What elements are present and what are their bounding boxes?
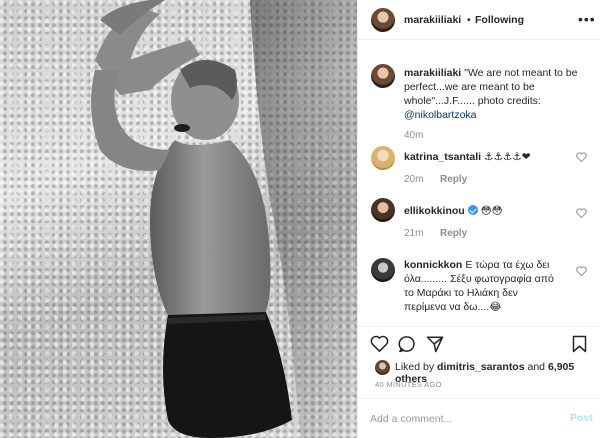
likes-summary: Liked by dimitris_sarantos and 6,905 oth… bbox=[375, 360, 600, 385]
add-comment-bar: Post bbox=[358, 398, 600, 438]
comment-text: katrina_tsantali ⚓⚓⚓⚓❤ bbox=[404, 150, 531, 164]
comment-input[interactable] bbox=[370, 411, 560, 427]
likes-middle: and bbox=[524, 361, 548, 373]
comment-avatar[interactable] bbox=[371, 198, 395, 222]
like-comment-heart-icon[interactable] bbox=[576, 266, 587, 276]
comment-text: konnickkon Ε τώρα τα έχω δει όλα.........… bbox=[404, 258, 572, 314]
comment-time[interactable]: 20m bbox=[404, 174, 423, 185]
likes-prefix: Liked by bbox=[395, 361, 438, 373]
comment-time[interactable]: 21m bbox=[404, 228, 423, 239]
comment-item: ellikokkinou 😳😳 21m Reply bbox=[358, 198, 600, 246]
post-timestamp[interactable]: 40 MINUTES AGO bbox=[375, 380, 442, 389]
caption-username[interactable]: marakiiliaki bbox=[404, 67, 461, 79]
comment-avatar[interactable] bbox=[371, 146, 395, 170]
comment-item: konnickkon Ε τώρα τα έχω δει όλα.........… bbox=[358, 256, 600, 326]
comment-avatar[interactable] bbox=[371, 258, 395, 282]
comment-text: ellikokkinou 😳😳 bbox=[404, 204, 503, 218]
like-comment-heart-icon[interactable] bbox=[576, 152, 587, 162]
header-username[interactable]: marakiiliaki bbox=[404, 14, 461, 26]
comment-username[interactable]: konnickkon bbox=[404, 259, 462, 271]
author-avatar[interactable] bbox=[371, 8, 395, 32]
header-separator: • bbox=[467, 14, 471, 26]
post-header: marakiiliaki • Following ••• bbox=[358, 0, 600, 40]
comment-icon[interactable] bbox=[398, 335, 416, 353]
comment-line-4: περίμενα να δω....😂 bbox=[404, 301, 502, 313]
comment-body: 😳😳 bbox=[480, 205, 503, 217]
more-horizontal-icon[interactable]: ••• bbox=[578, 11, 596, 27]
caption-line-3: whole"...J.F...... photo credits: bbox=[404, 95, 541, 107]
heart-icon[interactable] bbox=[370, 335, 389, 352]
caption-mention-link[interactable]: @nikolbartzoka bbox=[404, 108, 594, 122]
caption-line-2: perfect...we are meant to be bbox=[404, 81, 535, 93]
reply-button[interactable]: Reply bbox=[440, 228, 467, 239]
comment-body: ⚓⚓⚓⚓❤ bbox=[484, 151, 531, 163]
action-bar bbox=[358, 326, 600, 356]
post-photo[interactable] bbox=[0, 0, 357, 438]
caption-line-1: "We are not meant to be bbox=[464, 67, 578, 79]
caption-avatar[interactable] bbox=[371, 64, 395, 88]
following-button[interactable]: Following bbox=[475, 14, 524, 26]
photo-figure bbox=[91, 0, 357, 438]
post-comment-button[interactable]: Post bbox=[570, 412, 593, 424]
comment-line-3: το Μαράκι το Ηλιάκη δεν bbox=[404, 287, 518, 299]
like-comment-heart-icon[interactable] bbox=[576, 208, 587, 218]
share-icon[interactable] bbox=[426, 335, 444, 353]
liker-username[interactable]: dimitris_sarantos bbox=[437, 361, 525, 373]
comment-username[interactable]: katrina_tsantali bbox=[404, 151, 481, 163]
comment-item: katrina_tsantali ⚓⚓⚓⚓❤ 20m Reply bbox=[358, 142, 600, 190]
caption-text: marakiiliaki "We are not meant to be perf… bbox=[404, 66, 594, 122]
post-panel: marakiiliaki • Following ••• marakiiliak… bbox=[357, 0, 600, 438]
comment-line-2: όλα......... Σέξυ φωτογραφία από bbox=[404, 273, 554, 285]
comment-line-1: Ε τώρα τα έχω δει bbox=[465, 259, 550, 271]
comment-username[interactable]: ellikokkinou bbox=[404, 205, 465, 217]
bookmark-icon[interactable] bbox=[572, 335, 587, 353]
reply-button[interactable]: Reply bbox=[440, 174, 467, 185]
caption-time[interactable]: 40m bbox=[404, 130, 423, 141]
verified-badge-icon bbox=[467, 205, 478, 215]
liker-avatar[interactable] bbox=[375, 360, 390, 375]
